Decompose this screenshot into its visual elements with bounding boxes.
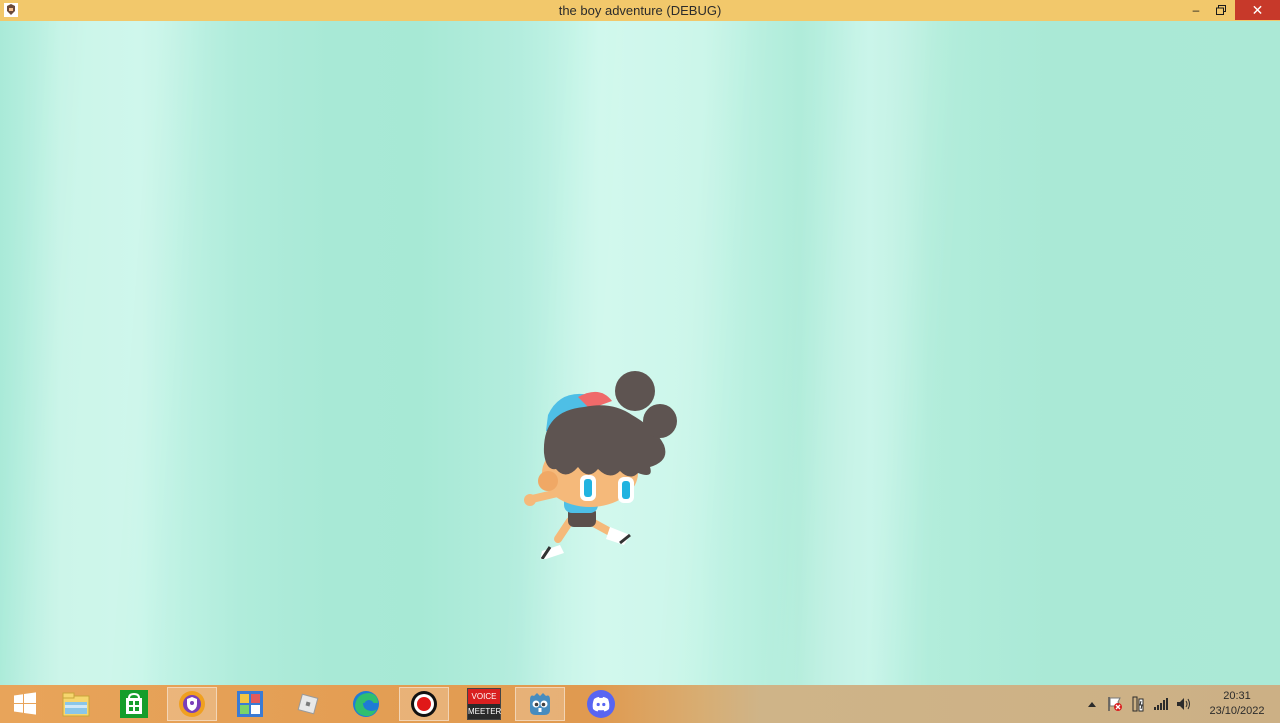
record-icon <box>411 691 437 717</box>
light-beam <box>13 21 187 685</box>
discord-icon <box>587 690 615 718</box>
taskbar-file-explorer[interactable] <box>51 687 101 721</box>
taskbar-store[interactable] <box>109 687 159 721</box>
taskbar-edge[interactable] <box>341 687 391 721</box>
store-icon <box>120 690 148 718</box>
action-center-button[interactable] <box>1104 685 1126 723</box>
volume-button[interactable] <box>1174 685 1194 723</box>
taskbar-godot[interactable] <box>515 687 565 721</box>
taskbar-recorder[interactable] <box>399 687 449 721</box>
taskbar-photo-app[interactable] <box>225 687 275 721</box>
chevron-up-icon <box>1088 702 1096 707</box>
taskbar-browser-shield[interactable] <box>167 687 217 721</box>
roblox-icon <box>297 693 319 715</box>
taskbar: VOICE MEETER 20:31 23/10/2022 <box>0 685 1280 723</box>
windows-logo-icon <box>14 692 36 715</box>
flag-error-icon <box>1108 697 1122 711</box>
close-icon: ✕ <box>1251 1 1264 18</box>
minimize-button[interactable]: – <box>1182 0 1210 20</box>
volume-icon <box>1177 698 1190 710</box>
godot-icon <box>530 693 550 715</box>
taskbar-roblox[interactable] <box>283 687 333 721</box>
start-button[interactable] <box>0 687 50 721</box>
restore-icon <box>1216 5 1226 15</box>
power-button[interactable] <box>1128 685 1148 723</box>
taskbar-voicemeeter[interactable]: VOICE MEETER <box>459 687 509 721</box>
voicemeeter-icon: VOICE MEETER <box>467 688 501 720</box>
game-viewport[interactable] <box>0 21 1280 685</box>
player-character <box>524 371 677 559</box>
clock-date: 23/10/2022 <box>1209 705 1265 717</box>
browser-shield-icon <box>179 691 205 717</box>
restore-button[interactable] <box>1208 0 1234 20</box>
window-title: the boy adventure (DEBUG) <box>558 3 722 18</box>
clock[interactable]: 20:31 23/10/2022 <box>1202 689 1272 719</box>
power-icon <box>1132 696 1144 712</box>
photo-app-icon <box>237 691 263 717</box>
network-signal-icon <box>1154 698 1168 710</box>
file-explorer-icon <box>62 692 90 717</box>
network-button[interactable] <box>1150 685 1172 723</box>
edge-icon <box>353 691 379 717</box>
title-bar: the boy adventure (DEBUG) – ✕ <box>0 0 1280 22</box>
taskbar-discord[interactable] <box>576 687 626 721</box>
clock-time: 20:31 <box>1223 690 1251 702</box>
show-hidden-icons-button[interactable] <box>1084 685 1100 723</box>
light-beam <box>793 21 937 685</box>
close-button[interactable]: ✕ <box>1235 0 1280 20</box>
